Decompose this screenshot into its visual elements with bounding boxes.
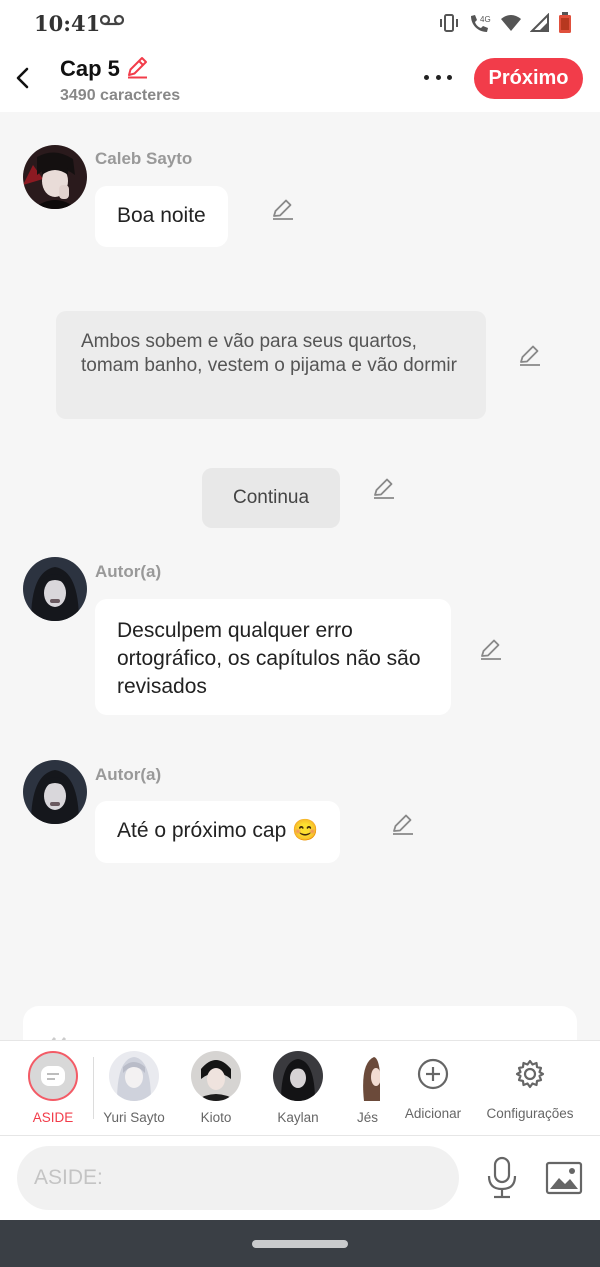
edit-message-button[interactable] xyxy=(478,636,504,662)
edit-continue-button[interactable] xyxy=(371,475,397,501)
message-bubble[interactable]: Desculpem qualquer erro ortográfico, os … xyxy=(95,599,451,715)
more-options-button[interactable] xyxy=(420,64,456,90)
wifi-icon xyxy=(501,15,521,31)
vibrate-icon xyxy=(440,14,458,32)
gear-icon xyxy=(515,1059,545,1089)
next-button[interactable]: Próximo xyxy=(474,58,583,99)
status-icons: 4G xyxy=(438,12,572,34)
chat-bubble-icon xyxy=(41,1066,65,1086)
message-input[interactable] xyxy=(17,1146,459,1210)
avatar-author-image xyxy=(23,760,87,824)
pencil-icon xyxy=(481,639,501,660)
avatar xyxy=(191,1051,241,1101)
back-button[interactable] xyxy=(10,60,38,96)
status-time: 10:41 xyxy=(34,11,101,36)
message-bubble[interactable]: Até o próximo cap 😊 xyxy=(95,801,341,863)
wifi-calling-icon: 4G xyxy=(471,15,491,32)
composer xyxy=(0,1136,600,1220)
edit-message-button[interactable] xyxy=(270,196,296,222)
character-bar: ASIDE Yuri Sayto Kioto Kaylan Jés Adicio… xyxy=(0,1040,600,1136)
chat-area[interactable]: Caleb Sayto Boa noite Ambos sobem e vão … xyxy=(0,112,600,1040)
character-yuri-sayto[interactable]: Yuri Sayto xyxy=(100,1051,168,1125)
character-label: ASIDE xyxy=(32,1110,74,1125)
edit-narration-button[interactable] xyxy=(517,342,543,368)
back-icon xyxy=(16,67,29,89)
character-aside[interactable]: ASIDE xyxy=(24,1051,82,1125)
more-icon xyxy=(424,74,429,80)
avatar[interactable] xyxy=(23,145,87,209)
avatar[interactable] xyxy=(23,557,87,621)
network-type: 4G xyxy=(480,15,491,24)
battery-icon xyxy=(559,12,571,33)
avatar[interactable] xyxy=(23,760,87,824)
avatar xyxy=(273,1051,323,1101)
partial-quote-card[interactable] xyxy=(23,1006,577,1040)
avatar-author-image xyxy=(23,557,87,621)
add-character-label: Adicionar xyxy=(404,1106,462,1121)
voicemail-icon xyxy=(100,14,124,26)
avatar-caleb-image xyxy=(23,145,87,209)
plus-circle-icon xyxy=(417,1058,449,1090)
settings-label: Configurações xyxy=(486,1106,574,1121)
character-label: Kaylan xyxy=(277,1110,319,1125)
image-button[interactable] xyxy=(545,1160,583,1196)
signal-icon xyxy=(530,13,549,32)
character-label: Jés xyxy=(357,1110,379,1125)
pencil-icon xyxy=(374,478,394,499)
character-label: Kioto xyxy=(200,1110,232,1125)
speaker-name: Autor(a) xyxy=(95,765,162,784)
avatar xyxy=(352,1051,380,1101)
system-nav-bar xyxy=(0,1220,600,1267)
add-character-button[interactable]: Adicionar xyxy=(398,1051,468,1121)
pencil-icon xyxy=(393,814,413,835)
character-kaylan[interactable]: Kaylan xyxy=(266,1051,330,1125)
character-jes[interactable]: Jés xyxy=(352,1051,380,1125)
status-bar: 10:41 4G xyxy=(0,0,600,46)
character-kioto[interactable]: Kioto xyxy=(186,1051,246,1125)
narration-block[interactable]: Ambos sobem e vão para seus quartos, tom… xyxy=(56,311,486,419)
pencil-icon xyxy=(128,57,147,79)
continue-marker[interactable]: Continua xyxy=(202,468,340,528)
speaker-name: Autor(a) xyxy=(95,562,162,581)
character-label: Yuri Sayto xyxy=(103,1110,165,1125)
edit-title-button[interactable] xyxy=(124,54,150,80)
pencil-icon xyxy=(520,345,540,366)
pencil-icon xyxy=(273,199,293,220)
avatar xyxy=(109,1051,159,1101)
microphone-button[interactable] xyxy=(484,1156,520,1200)
divider xyxy=(93,1057,94,1119)
header: Cap 5 3490 caracteres Próximo xyxy=(0,46,600,112)
edit-message-button[interactable] xyxy=(390,811,416,837)
chapter-title[interactable]: Cap 5 xyxy=(60,56,120,82)
settings-button[interactable]: Configurações xyxy=(485,1051,575,1121)
speaker-name: Caleb Sayto xyxy=(95,149,193,168)
character-count: 3490 caracteres xyxy=(60,87,181,104)
image-icon xyxy=(545,1161,583,1195)
microphone-icon xyxy=(487,1156,517,1199)
message-bubble[interactable]: Boa noite xyxy=(95,186,228,247)
home-handle[interactable] xyxy=(252,1240,348,1248)
